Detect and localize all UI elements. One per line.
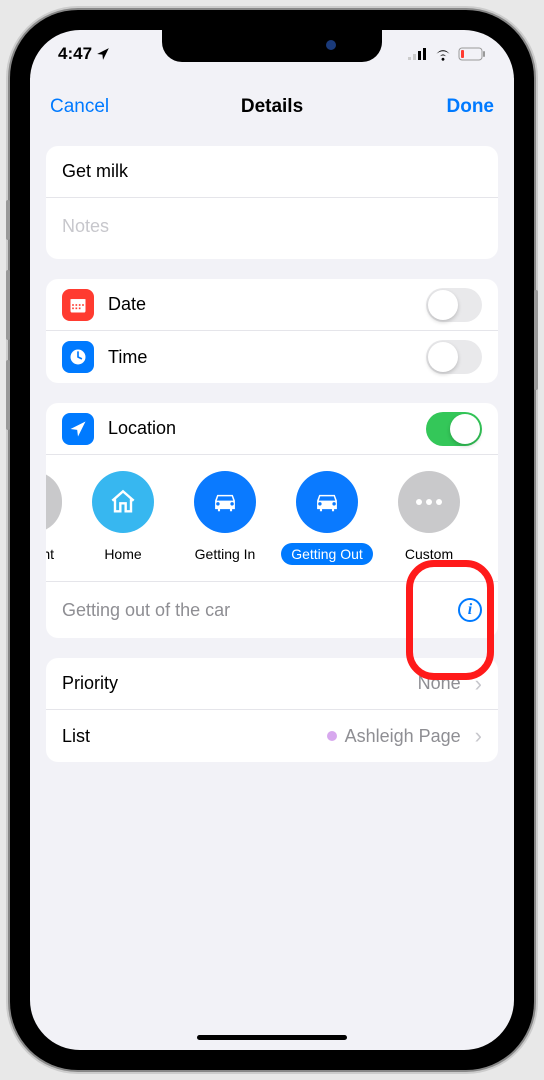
volume-up	[6, 270, 10, 340]
priority-row[interactable]: Priority None ›	[46, 658, 498, 710]
location-chips-container: nt Home Getting In	[46, 455, 498, 582]
calendar-icon	[62, 289, 94, 321]
list-label: List	[62, 726, 327, 747]
reminder-notes-input[interactable]	[62, 198, 482, 259]
list-value: Ashleigh Page	[345, 726, 461, 747]
cancel-button[interactable]: Cancel	[50, 96, 120, 118]
date-label: Date	[108, 294, 426, 315]
chip-label-getting-in: Getting In	[185, 543, 266, 565]
list-color-dot	[327, 731, 337, 741]
time-label: Time	[108, 347, 426, 368]
location-chip-current[interactable]: nt	[46, 471, 62, 565]
location-chip-getting-out[interactable]: Getting Out	[286, 471, 368, 565]
content: Date Time Location	[30, 136, 514, 792]
title-row	[46, 146, 498, 198]
priority-label: Priority	[62, 673, 418, 694]
status-right	[408, 47, 486, 61]
location-detail-text: Getting out of the car	[62, 600, 230, 621]
location-chip-custom[interactable]: Custom	[388, 471, 470, 565]
chip-label-home: Home	[94, 543, 151, 565]
battery-low-icon	[458, 47, 486, 61]
location-chip-home[interactable]: Home	[82, 471, 164, 565]
power-button	[534, 290, 538, 390]
reminder-title-input[interactable]	[62, 147, 482, 196]
location-label: Location	[108, 418, 426, 439]
screen: 4:47 Cancel Details D	[30, 30, 514, 1050]
location-group: Location nt Home	[46, 403, 498, 638]
page-title: Details	[241, 96, 303, 118]
current-icon	[46, 471, 62, 533]
car-icon	[296, 471, 358, 533]
date-time-group: Date Time	[46, 279, 498, 383]
notes-row	[46, 198, 498, 259]
ellipsis-icon	[398, 471, 460, 533]
chevron-right-icon: ›	[475, 671, 482, 697]
location-chips-scroll[interactable]: nt Home Getting In	[46, 471, 498, 565]
clock-icon	[62, 341, 94, 373]
date-row: Date	[46, 279, 498, 331]
notch	[162, 30, 382, 62]
chip-label-custom: Custom	[395, 543, 463, 565]
house-icon	[92, 471, 154, 533]
location-toggle[interactable]	[426, 412, 482, 446]
cellular-icon	[408, 47, 428, 61]
phone-frame: 4:47 Cancel Details D	[10, 10, 534, 1070]
chevron-right-icon: ›	[475, 723, 482, 749]
mute-switch	[6, 200, 10, 240]
location-detail-row[interactable]: Getting out of the car i	[46, 582, 498, 638]
status-time: 4:47	[58, 44, 92, 64]
volume-down	[6, 360, 10, 430]
chip-label-current: nt	[46, 543, 64, 565]
location-chip-getting-in[interactable]: Getting In	[184, 471, 266, 565]
date-toggle[interactable]	[426, 288, 482, 322]
list-row[interactable]: List Ashleigh Page ›	[46, 710, 498, 762]
done-button[interactable]: Done	[424, 96, 494, 118]
wifi-icon	[434, 47, 452, 61]
priority-list-group: Priority None › List Ashleigh Page ›	[46, 658, 498, 762]
location-arrow-icon	[62, 413, 94, 445]
time-toggle[interactable]	[426, 340, 482, 374]
title-notes-group	[46, 146, 498, 259]
time-row: Time	[46, 331, 498, 383]
location-services-icon	[96, 47, 110, 61]
chip-label-getting-out: Getting Out	[281, 543, 373, 565]
priority-value: None	[418, 673, 461, 694]
info-icon[interactable]: i	[458, 598, 482, 622]
location-row: Location	[46, 403, 498, 455]
home-indicator[interactable]	[197, 1035, 347, 1040]
car-icon	[194, 471, 256, 533]
nav-bar: Cancel Details Done	[30, 78, 514, 136]
